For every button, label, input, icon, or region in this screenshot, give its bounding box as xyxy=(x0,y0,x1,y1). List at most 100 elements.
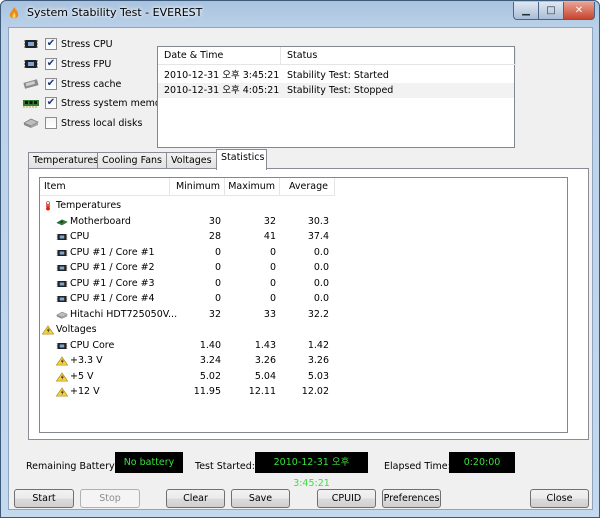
cpu-chip-icon xyxy=(56,234,68,240)
checkbox[interactable]: ✔ xyxy=(45,58,57,70)
checkbox[interactable]: ✔ xyxy=(45,38,57,50)
stats-item-name: CPU #1 / Core #4 xyxy=(70,293,155,304)
statistics-table[interactable]: Item Minimum Maximum Average Temperature… xyxy=(39,177,568,433)
tab-temperatures[interactable]: Temperatures xyxy=(28,152,98,169)
stats-item-name: Hitachi HDT725050V... xyxy=(70,308,178,320)
minimize-icon: ▁ xyxy=(522,5,530,16)
elapsed-time-label: Elapsed Time: xyxy=(384,461,451,472)
checkbox[interactable] xyxy=(45,117,57,129)
stats-group-row[interactable]: Voltages xyxy=(40,322,567,338)
stats-header-average[interactable]: Average xyxy=(280,178,335,196)
checkmark-icon: ✔ xyxy=(46,78,56,89)
stats-min-value: 3.24 xyxy=(199,355,221,366)
log-status: Stability Test: Started xyxy=(287,70,389,81)
stats-avg-value: 30.3 xyxy=(307,215,329,227)
stats-max-value: 12.11 xyxy=(248,386,276,397)
cpu-chip-icon xyxy=(56,265,68,271)
close-window-button[interactable]: ✕ xyxy=(563,2,595,20)
stats-row[interactable]: CPU #1 / Core #3 0 0 0.0 xyxy=(40,276,567,292)
stress-option-label: Stress local disks xyxy=(61,117,143,129)
stats-min-value: 1.40 xyxy=(199,339,221,351)
stats-min-value: 11.95 xyxy=(193,386,221,397)
stats-max-value: 5.04 xyxy=(254,370,276,382)
start-button[interactable]: Start xyxy=(14,489,74,508)
stop-button: Stop xyxy=(80,489,140,508)
cpu-chip-icon xyxy=(56,296,68,302)
test-started-display: 2010-12-31 오후 3:45:21 xyxy=(255,452,368,489)
stats-avg-value: 0.0 xyxy=(313,277,329,289)
stats-item-name: CPU #1 / Core #1 xyxy=(70,246,155,258)
tab-cooling-fans[interactable]: Cooling Fans xyxy=(97,152,167,169)
client-area: ✔ Stress CPU ✔ Stress FPU ✔ Stress cache ✔ Stre… xyxy=(8,27,593,510)
stress-option-row[interactable]: ✔ Stress CPU xyxy=(23,36,113,52)
stats-min-value: 0 xyxy=(214,246,221,258)
maximize-button[interactable]: □ xyxy=(538,2,564,20)
cpuid-button[interactable]: CPUID xyxy=(317,489,376,508)
stats-row[interactable]: CPU 28 41 37.4 xyxy=(40,229,567,245)
stats-max-value: 0 xyxy=(269,246,276,258)
stats-avg-value: 0.0 xyxy=(313,293,329,304)
voltage-warning-icon xyxy=(56,371,68,381)
checkbox[interactable]: ✔ xyxy=(45,78,57,90)
close-button[interactable]: Close xyxy=(530,489,589,508)
stats-row[interactable]: CPU Core 1.40 1.43 1.42 xyxy=(40,338,567,354)
stats-header-item[interactable]: Item xyxy=(40,178,170,196)
minimize-button[interactable]: ▁ xyxy=(513,2,539,20)
stats-max-value: 1.43 xyxy=(254,339,276,351)
stats-header-minimum[interactable]: Minimum xyxy=(170,178,225,196)
window-title: System Stability Test - EVEREST xyxy=(27,6,203,19)
stats-item-name: CPU xyxy=(70,231,90,242)
log-row[interactable]: 2010-12-31 오후 4:05:21 Stability Test: Sto… xyxy=(158,83,514,98)
hard-disk-icon xyxy=(56,311,68,319)
stats-row[interactable]: CPU #1 / Core #1 0 0 0.0 xyxy=(40,245,567,261)
title-bar[interactable]: System Stability Test - EVEREST ▁ □ ✕ xyxy=(1,1,599,27)
stats-row[interactable]: +5 V 5.02 5.04 5.03 xyxy=(40,369,567,385)
memory-module-icon xyxy=(23,100,39,108)
save-button[interactable]: Save xyxy=(231,489,290,508)
stress-option-row[interactable]: ✔ Stress cache xyxy=(23,76,121,92)
stress-option-row[interactable]: ✔ Stress system memory xyxy=(23,95,170,111)
clear-button[interactable]: Clear xyxy=(166,489,225,508)
stress-option-row[interactable]: ✔ Stress FPU xyxy=(23,56,111,72)
thermometer-icon xyxy=(46,201,50,211)
maximize-icon: □ xyxy=(546,5,556,16)
stress-option-label: Stress CPU xyxy=(61,38,113,50)
elapsed-time-display: 0:20:00 xyxy=(449,452,515,473)
stats-max-value: 33 xyxy=(263,308,276,320)
stats-row[interactable]: +12 V 11.95 12.11 12.02 xyxy=(40,384,567,400)
cache-icon xyxy=(23,79,39,89)
stress-option-row[interactable]: Stress local disks xyxy=(23,115,142,131)
stats-max-value: 0 xyxy=(269,293,276,304)
cpu-chip-icon xyxy=(24,40,38,48)
stats-row[interactable]: +3.3 V 3.24 3.26 3.26 xyxy=(40,353,567,369)
checkbox[interactable]: ✔ xyxy=(45,97,57,109)
tab-voltages[interactable]: Voltages xyxy=(166,152,217,169)
stats-row[interactable]: Hitachi HDT725050V... 32 33 32.2 xyxy=(40,307,567,323)
log-header-datetime[interactable]: Date & Time xyxy=(158,47,281,65)
event-log-list[interactable]: Date & Time Status 2010-12-31 오후 3:45:21… xyxy=(157,46,516,148)
stats-avg-value: 1.42 xyxy=(307,339,329,351)
stats-item-name: +3.3 V xyxy=(70,355,103,366)
stats-row[interactable]: CPU #1 / Core #2 0 0 0.0 xyxy=(40,260,567,276)
log-row[interactable]: 2010-12-31 오후 3:45:21 Stability Test: Sta… xyxy=(158,68,514,83)
log-status: Stability Test: Stopped xyxy=(287,85,394,96)
stats-min-value: 0 xyxy=(214,277,221,289)
stats-row[interactable]: CPU #1 / Core #4 0 0 0.0 xyxy=(40,291,567,307)
stats-min-value: 28 xyxy=(208,231,221,242)
stats-group-row[interactable]: Temperatures xyxy=(40,198,567,214)
stats-max-value: 41 xyxy=(263,231,276,242)
stats-header-maximum[interactable]: Maximum xyxy=(225,178,280,196)
preferences-button[interactable]: Preferences xyxy=(382,489,441,508)
hard-disk-icon xyxy=(23,118,39,128)
log-header-status[interactable]: Status xyxy=(281,47,516,65)
stats-item-name: +5 V xyxy=(70,370,94,382)
stats-min-value: 32 xyxy=(208,308,221,320)
stats-max-value: 32 xyxy=(263,215,276,227)
stats-row[interactable]: Motherboard 30 32 30.3 xyxy=(40,214,567,230)
stats-avg-value: 3.26 xyxy=(307,355,329,366)
motherboard-icon xyxy=(56,218,68,225)
tab-statistics[interactable]: Statistics xyxy=(216,149,267,170)
stats-max-value: 0 xyxy=(269,262,276,273)
cpu-chip-icon xyxy=(56,280,68,287)
checkmark-icon: ✔ xyxy=(46,58,56,69)
